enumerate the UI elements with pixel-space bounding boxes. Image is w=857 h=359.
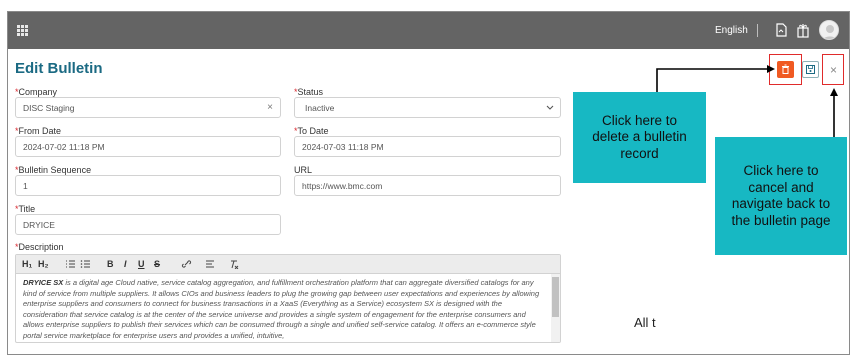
delete-arrow: [656, 68, 767, 92]
app-frame: English Edit Bulletin × *Company DISC St…: [7, 11, 850, 355]
delete-arrowhead: [767, 65, 775, 73]
close-arrowhead: [830, 88, 838, 96]
callout-arrows: [656, 65, 838, 137]
